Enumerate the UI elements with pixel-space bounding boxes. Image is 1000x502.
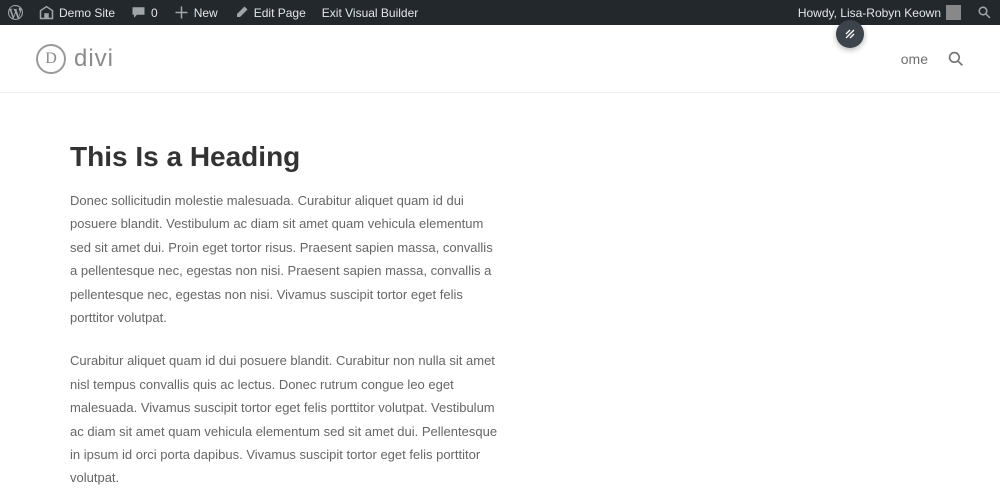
edit-page-link[interactable]: Edit Page [226, 0, 314, 25]
paragraph-2: Curabitur aliquet quam id dui posuere bl… [70, 349, 500, 489]
user-avatar [946, 5, 961, 20]
resize-handle[interactable] [836, 20, 864, 48]
site-logo[interactable]: D divi [36, 44, 114, 74]
admin-search[interactable] [969, 0, 1000, 25]
page-content: This Is a Heading Donec sollicitudin mol… [0, 93, 1000, 490]
paragraph-1: Donec sollicitudin molestie malesuada. C… [70, 189, 500, 329]
comments-link[interactable]: 0 [123, 0, 166, 25]
logo-text: divi [74, 45, 114, 73]
site-name-link[interactable]: Demo Site [31, 0, 123, 25]
logo-mark: D [36, 44, 66, 74]
howdy-user[interactable]: Howdy, Lisa-Robyn Keown [790, 0, 969, 25]
new-link[interactable]: New [166, 0, 226, 25]
exit-visual-builder[interactable]: Exit Visual Builder [314, 0, 427, 25]
nav-home[interactable]: ome [901, 51, 928, 67]
wp-logo[interactable] [0, 0, 31, 25]
page-heading: This Is a Heading [70, 141, 964, 173]
site-search-icon[interactable] [948, 51, 964, 67]
